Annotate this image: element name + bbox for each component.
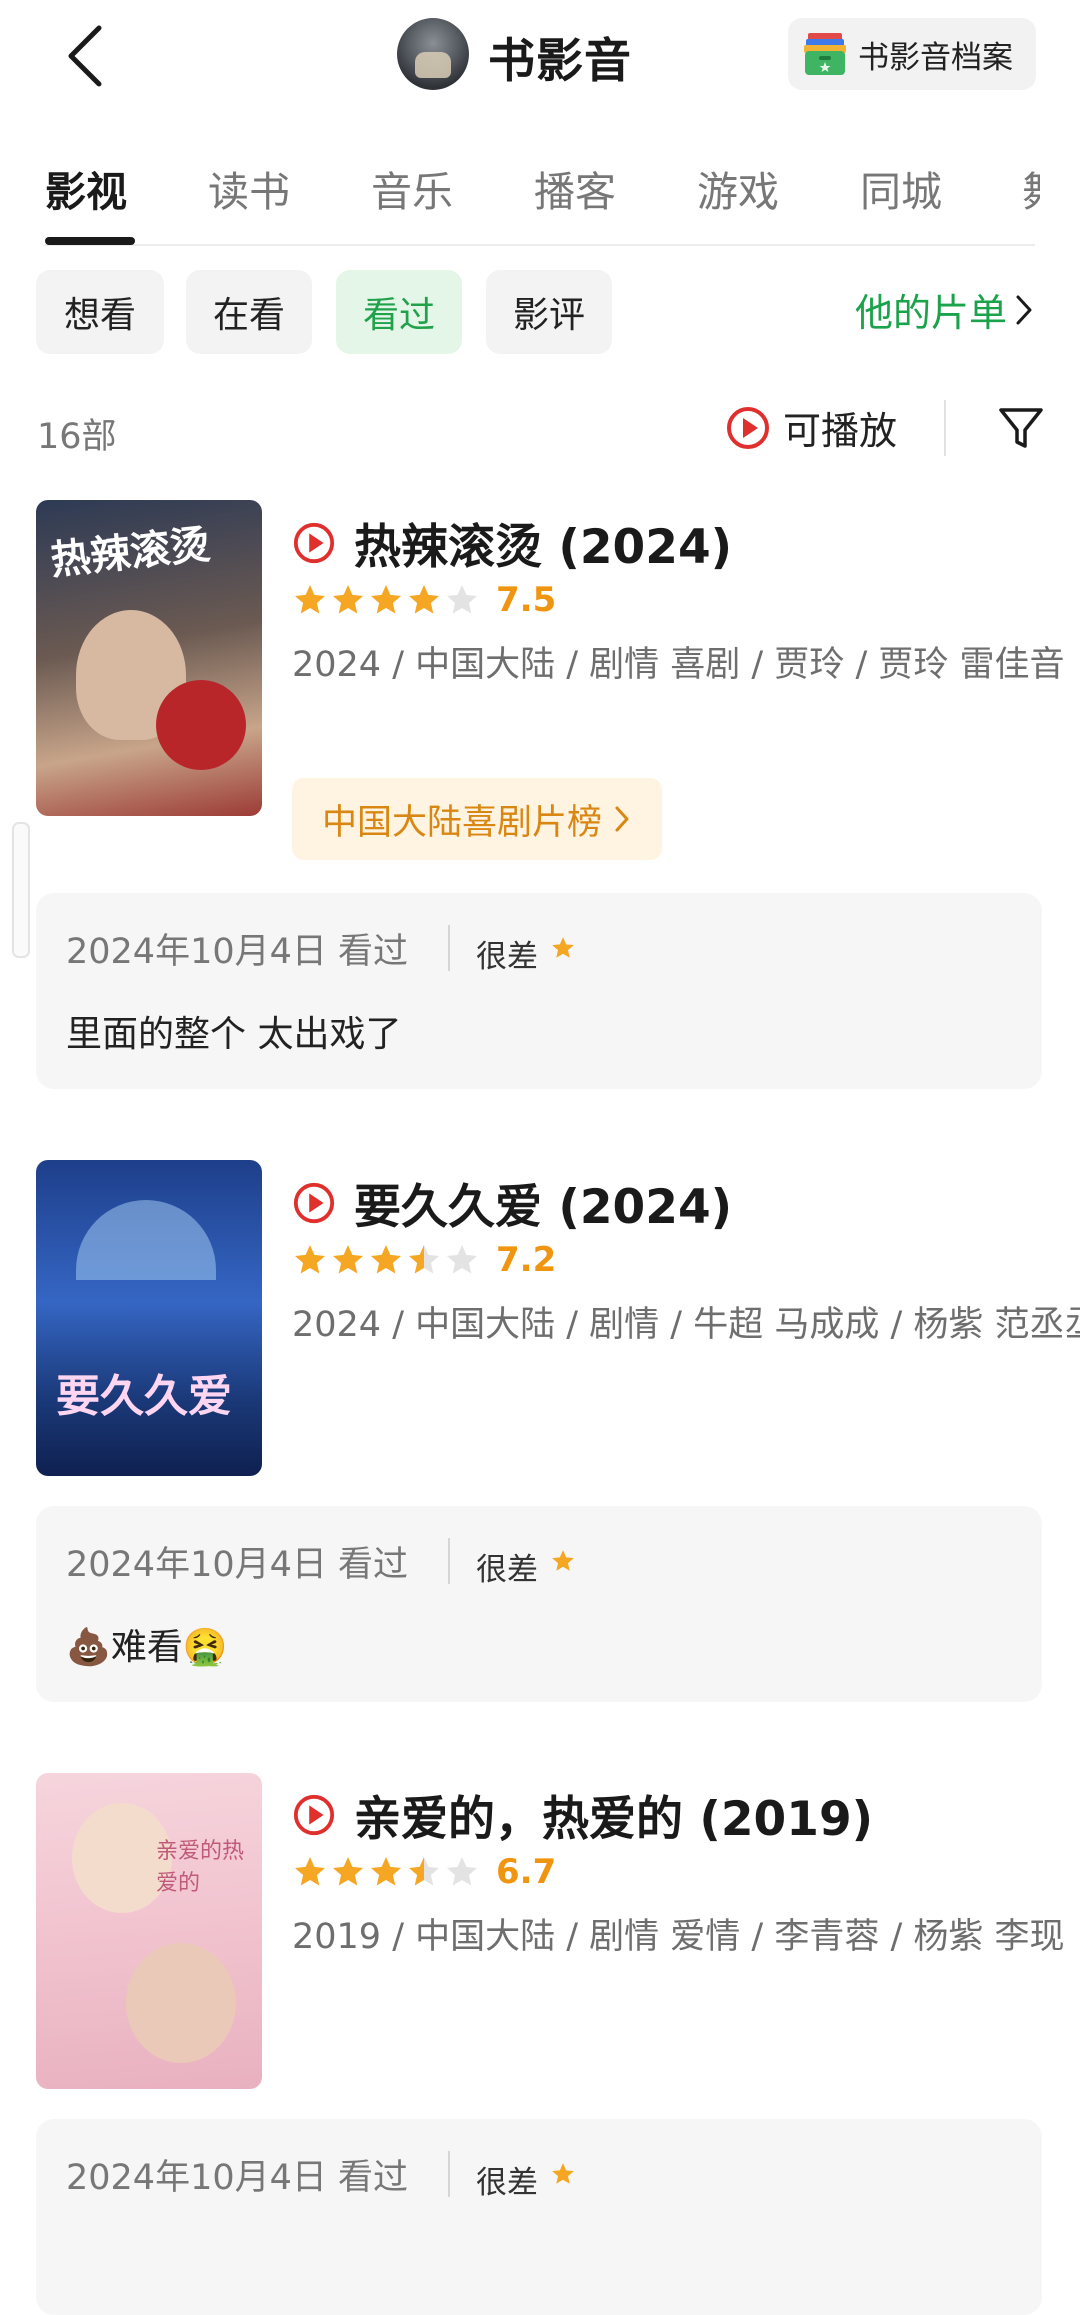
rating-value: 7.5 (496, 580, 557, 620)
star-icon (371, 1857, 401, 1886)
page-title: 书影音 (488, 34, 632, 89)
movie-meta: 2019 / 中国大陆 / 剧情 爱情 / 李青蓉 / 杨紫 李现 (292, 1917, 1065, 1957)
comment-text: 里面的整个 太出戏了 (66, 1014, 402, 1055)
movie-meta: 2024 / 中国大陆 / 剧情 喜剧 / 贾玲 / 贾玲 雷佳音 (292, 645, 1065, 685)
poster-title-text: 热辣滚烫 (48, 520, 213, 585)
tab-games[interactable]: 游戏 (697, 158, 779, 218)
archive-button[interactable]: 书影音档案 (788, 18, 1036, 90)
chevron-right-icon (1016, 295, 1032, 324)
star-icon (333, 1245, 363, 1274)
active-tab-indicator (45, 237, 135, 245)
comment-separator (448, 2151, 450, 2197)
comment-date: 2024年10月4日 看过 (66, 2158, 409, 2198)
playable-label: 可播放 (783, 409, 898, 453)
rating-row: 7.5 (292, 580, 556, 620)
rating-row: 6.7 (292, 1852, 556, 1892)
back-button[interactable] (50, 18, 120, 94)
chip-want-to-watch[interactable]: 想看 (36, 270, 164, 354)
star-rating (292, 1854, 482, 1890)
star-rating (292, 582, 482, 618)
movie-poster[interactable]: 热辣滚烫 (36, 500, 262, 816)
movie-meta: 2024 / 中国大陆 / 剧情 / 牛超 马成成 / 杨紫 范丞丞 (292, 1305, 1080, 1345)
poster-title-text: 亲爱的热爱的 (156, 1839, 245, 1896)
star-icon (295, 1857, 325, 1886)
playable-toggle[interactable]: 可播放 (725, 400, 897, 455)
his-list-label: 他的片单 (855, 291, 1008, 335)
comment-rating-word: 很差 (476, 939, 538, 975)
star-icon (295, 585, 325, 614)
star-icon (550, 935, 576, 965)
play-circle-icon (293, 522, 335, 563)
tab-music[interactable]: 音乐 (371, 158, 453, 218)
star-icon (295, 1245, 325, 1274)
rank-badge-label: 中国大陆喜剧片榜 (322, 802, 603, 843)
comment-separator (448, 925, 450, 971)
archive-label: 书影音档案 (858, 39, 1013, 76)
movie-title: 要久久爱 (2024) (354, 1180, 733, 1235)
toolbar-divider (944, 400, 946, 456)
movie-poster[interactable]: 亲爱的热爱的 (36, 1773, 262, 2089)
movie-title: 亲爱的，热爱的 (2019) (354, 1792, 874, 1847)
user-avatar[interactable] (397, 18, 469, 90)
comment-text: 💩难看🤮 (66, 1627, 228, 1668)
filter-button[interactable] (995, 402, 1047, 454)
tab-movies[interactable]: 影视 (45, 158, 127, 218)
movie-title-row[interactable]: 要久久爱 (2024) (292, 1168, 732, 1237)
comment-date: 2024年10月4日 看过 (66, 932, 409, 972)
star-icon (447, 1245, 477, 1274)
play-circle-icon (293, 1794, 335, 1835)
chip-reviews[interactable]: 影评 (486, 270, 612, 354)
play-circle-icon (293, 1182, 335, 1223)
archive-box-icon (802, 31, 848, 77)
filter-funnel-icon (999, 408, 1043, 448)
star-icon (371, 585, 401, 614)
item-count: 16部 (37, 417, 117, 457)
star-icon (371, 1245, 401, 1274)
movie-title-row[interactable]: 热辣滚烫 (2024) (292, 508, 732, 577)
star-icon (333, 585, 363, 614)
rank-badge[interactable]: 中国大陆喜剧片榜 (292, 778, 663, 860)
rating-value: 7.2 (496, 1240, 557, 1280)
comment-card[interactable]: 2024年10月4日 看过 很差 💩难看🤮 (36, 1506, 1042, 1702)
rating-row: 7.2 (292, 1240, 556, 1280)
star-icon (409, 1245, 439, 1274)
category-tabs: 影视 读书 音乐 播客 游戏 同城 舞 (0, 150, 1040, 246)
tab-local[interactable]: 同城 (860, 158, 942, 218)
chevron-right-icon (615, 806, 629, 832)
chip-watching[interactable]: 在看 (186, 270, 312, 354)
comment-card[interactable]: 2024年10月4日 看过 很差 里面的整个 太出戏了 (36, 893, 1042, 1089)
star-icon (447, 585, 477, 614)
tab-books[interactable]: 读书 (208, 158, 290, 218)
star-icon (409, 585, 439, 614)
comment-rating-word: 很差 (476, 1552, 538, 1588)
comment-card[interactable]: 2024年10月4日 看过 很差 (36, 2119, 1042, 2315)
tab-podcast[interactable]: 播客 (534, 158, 616, 218)
star-icon (550, 2161, 576, 2191)
comment-separator (448, 1538, 450, 1584)
movie-title: 热辣滚烫 (2024) (354, 520, 733, 575)
tabs-divider (45, 244, 1035, 246)
star-icon (333, 1857, 363, 1886)
poster-title-text: 要久久爱 (56, 1371, 232, 1422)
play-circle-icon (727, 406, 769, 449)
scrollbar-thumb[interactable] (12, 822, 30, 958)
movie-poster[interactable]: 要久久爱 (36, 1160, 262, 1476)
star-icon (550, 1548, 576, 1578)
star-rating (292, 1242, 482, 1278)
tab-more[interactable]: 舞 (1022, 158, 1040, 218)
chip-watched[interactable]: 看过 (336, 270, 462, 354)
movie-title-row[interactable]: 亲爱的，热爱的 (2019) (292, 1780, 873, 1849)
back-arrow-icon (68, 25, 102, 87)
his-list-link[interactable]: 他的片单 (855, 282, 1035, 337)
rating-value: 6.7 (496, 1852, 557, 1892)
star-icon (409, 1857, 439, 1886)
comment-date: 2024年10月4日 看过 (66, 1545, 409, 1585)
star-icon (447, 1857, 477, 1886)
comment-rating-word: 很差 (476, 2165, 538, 2201)
